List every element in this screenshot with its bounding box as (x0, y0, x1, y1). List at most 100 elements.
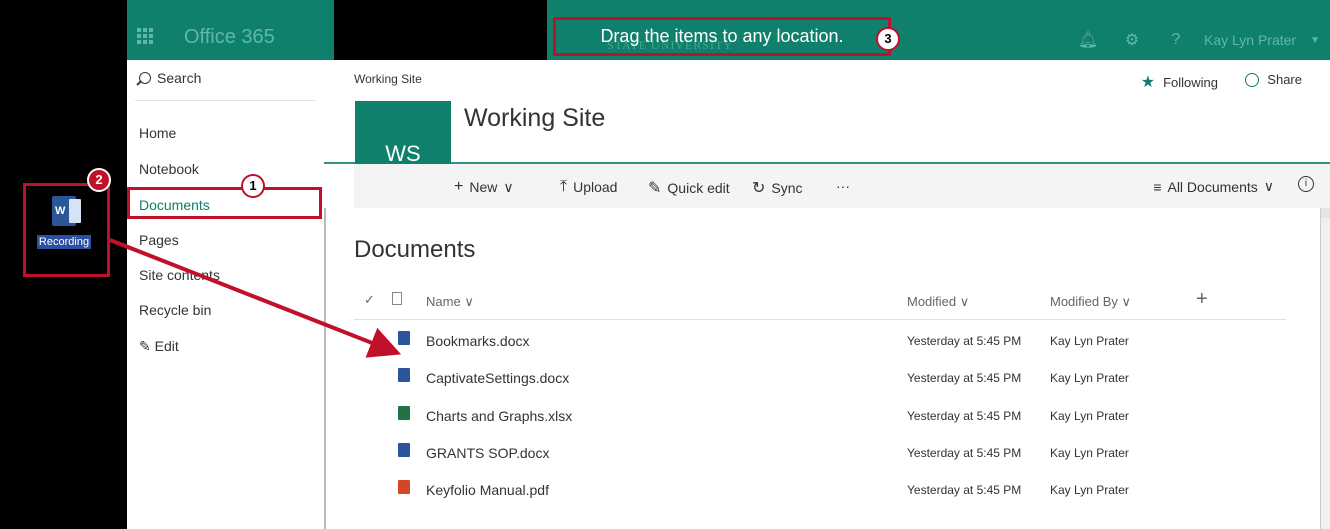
bell-icon[interactable]: 🔔︎ (1066, 30, 1110, 50)
user-name[interactable]: Kay Lyn Prater (1198, 32, 1310, 48)
step-badge-3: 3 (876, 27, 900, 51)
word-file-icon (398, 368, 410, 382)
instruction-text: Drag the items to any location. (600, 26, 844, 46)
main-content: Working Site ★ Following Share WS Workin… (324, 60, 1330, 529)
file-name[interactable]: Keyfolio Manual.pdf (426, 482, 549, 498)
search-icon (139, 72, 151, 84)
column-header-name[interactable]: Name ∨ (426, 294, 474, 310)
sync-button[interactable]: ↻ Sync (752, 178, 803, 198)
nav-item-notebook[interactable]: Notebook (139, 161, 199, 177)
chevron-down-icon: ∨ (959, 294, 970, 309)
following-button[interactable]: ★ Following (1141, 72, 1218, 92)
chevron-down-icon: ∨ (1121, 294, 1132, 309)
column-modified-label: Modified (907, 294, 957, 309)
command-bar: + New ∨ ⤒ Upload ✎ Quick edit ↻ Sync ···… (354, 164, 1330, 208)
screenshot-root: Recording Office 365 STATE UNIVERSITY 🔔︎… (0, 0, 1330, 529)
search-box[interactable]: Search (139, 70, 201, 86)
instruction-callout: Drag the items to any location. (553, 17, 891, 56)
app-launcher-icon[interactable] (137, 28, 153, 44)
table-row[interactable]: Charts and Graphs.xlsx Yesterday at 5:45… (354, 398, 1286, 434)
upload-icon: ⤒ (560, 178, 568, 195)
upload-label: Upload (573, 179, 618, 195)
chevron-down-icon: ∨ (1263, 178, 1274, 194)
file-modified-by: Kay Lyn Prater (1050, 409, 1129, 423)
select-all-check-icon[interactable]: ✓ (364, 292, 375, 308)
chevron-down-icon: ∨ (503, 178, 514, 195)
share-icon (1245, 72, 1260, 87)
table-row[interactable]: GRANTS SOP.docx Yesterday at 5:45 PM Kay… (354, 435, 1286, 471)
file-modified: Yesterday at 5:45 PM (907, 446, 1022, 460)
column-name-label: Name (426, 294, 461, 309)
file-type-icon (392, 292, 402, 305)
info-icon[interactable]: i (1298, 176, 1314, 192)
chevron-down-icon: ∨ (464, 294, 474, 309)
nav-item-recycle-bin[interactable]: Recycle bin (139, 302, 211, 318)
table-row[interactable]: Bookmarks.docx Yesterday at 5:45 PM Kay … (354, 323, 1286, 359)
file-modified-by: Kay Lyn Prater (1050, 371, 1129, 385)
pencil-icon: ✎ (648, 180, 662, 197)
more-button[interactable]: ··· (836, 178, 850, 194)
excel-file-icon (398, 406, 410, 420)
breadcrumb[interactable]: Working Site (354, 72, 422, 86)
word-file-icon (398, 443, 410, 457)
share-label: Share (1267, 72, 1302, 87)
column-header-modified[interactable]: Modified ∨ (907, 294, 969, 310)
table-row[interactable]: CaptivateSettings.docx Yesterday at 5:45… (354, 360, 1286, 396)
left-navigation: Search Home Notebook Documents Pages Sit… (127, 60, 324, 529)
new-label: New (469, 179, 498, 195)
quick-edit-label: Quick edit (667, 180, 730, 196)
file-modified-by: Kay Lyn Prater (1050, 483, 1129, 497)
step-badge-2: 2 (87, 168, 111, 192)
callout-box-documents (127, 187, 322, 219)
column-header-modified-by[interactable]: Modified By ∨ (1050, 294, 1131, 310)
suite-actions: 🔔︎ ⚙ ? Kay Lyn Prater ▼ (1066, 0, 1330, 60)
nav-item-pages[interactable]: Pages (139, 232, 179, 248)
share-button[interactable]: Share (1245, 72, 1302, 87)
file-name[interactable]: Bookmarks.docx (426, 333, 529, 349)
nav-edit-link[interactable]: ✎ Edit (139, 338, 179, 355)
list-header: ✓ Name ∨ Modified ∨ Modified By ∨ + (354, 288, 1286, 320)
upload-button[interactable]: ⤒ Upload (560, 178, 617, 196)
word-file-icon (398, 331, 410, 345)
file-modified: Yesterday at 5:45 PM (907, 334, 1022, 348)
view-label: All Documents (1167, 178, 1258, 195)
file-modified: Yesterday at 5:45 PM (907, 371, 1022, 385)
edit-label: Edit (154, 338, 179, 354)
new-button[interactable]: + New ∨ (454, 178, 514, 196)
view-selector[interactable]: ≡ All Documents ∨ (1153, 178, 1274, 195)
scroll-up-arrow[interactable] (1321, 208, 1330, 218)
add-column-button[interactable]: + (1196, 288, 1208, 311)
list-view-icon: ≡ (1153, 178, 1162, 195)
site-title[interactable]: Working Site (464, 104, 605, 133)
nav-item-home[interactable]: Home (139, 125, 176, 141)
quick-edit-button[interactable]: ✎ Quick edit (648, 178, 730, 198)
column-modified-by-label: Modified By (1050, 294, 1118, 309)
nav-divider (135, 100, 315, 101)
brand-label[interactable]: Office 365 (184, 26, 275, 49)
callout-box-desktop-file (23, 183, 110, 277)
gear-icon[interactable]: ⚙ (1110, 30, 1154, 50)
pencil-icon: ✎ (139, 338, 151, 354)
file-modified-by: Kay Lyn Prater (1050, 334, 1129, 348)
plus-icon: + (454, 178, 464, 195)
sync-icon: ↻ (752, 180, 766, 197)
vertical-scrollbar[interactable] (1320, 208, 1330, 529)
help-icon[interactable]: ? (1154, 31, 1198, 49)
library-title: Documents (354, 236, 476, 263)
file-modified: Yesterday at 5:45 PM (907, 409, 1022, 423)
file-name[interactable]: GRANTS SOP.docx (426, 445, 549, 461)
table-row[interactable]: Keyfolio Manual.pdf Yesterday at 5:45 PM… (354, 472, 1286, 508)
pdf-file-icon (398, 480, 410, 494)
chevron-down-icon[interactable]: ▼ (1310, 35, 1330, 46)
suite-bar-gap (334, 0, 547, 60)
file-name[interactable]: CaptivateSettings.docx (426, 370, 569, 386)
star-icon: ★ (1140, 74, 1156, 91)
file-name[interactable]: Charts and Graphs.xlsx (426, 408, 572, 424)
app-launcher-area: Office 365 (127, 0, 334, 60)
following-label: Following (1163, 74, 1218, 90)
search-label: Search (157, 70, 202, 86)
nav-item-site-contents[interactable]: Site contents (139, 267, 220, 283)
sync-label: Sync (771, 180, 803, 196)
file-modified: Yesterday at 5:45 PM (907, 483, 1022, 497)
step-badge-1: 1 (241, 174, 265, 198)
